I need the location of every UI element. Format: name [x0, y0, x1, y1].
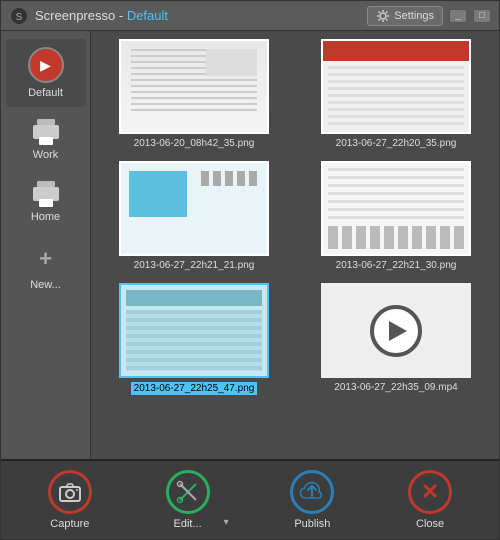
restore-button[interactable]: □	[473, 9, 491, 23]
edit-dropdown-arrow[interactable]: ▾	[224, 517, 229, 528]
screenpresso-logo-icon: S	[9, 6, 29, 26]
title-bar-left: S Screenpresso - Default	[9, 6, 168, 26]
close-x-icon: ✕	[421, 479, 439, 505]
home-printer-icon	[31, 181, 61, 207]
sidebar-item-default[interactable]: Default	[6, 39, 86, 107]
play-circle	[370, 305, 422, 357]
list-item[interactable]: 2013-06-20_08h42_35.png	[99, 39, 289, 149]
title-bar: S Screenpresso - Default Settings _ □	[1, 1, 499, 31]
thumbnail	[119, 161, 269, 256]
settings-button[interactable]: Settings	[367, 6, 443, 26]
publish-label: Publish	[294, 518, 330, 530]
filename-label: 2013-06-27_22h35_09.mp4	[334, 382, 457, 393]
sidebar-item-new[interactable]: + New...	[6, 235, 86, 299]
thumbnail-grid: 2013-06-20_08h42_35.png 2013-06-27_22h20…	[99, 39, 491, 395]
video-thumbnail	[321, 283, 471, 378]
settings-label: Settings	[394, 10, 434, 22]
filename-label: 2013-06-27_22h21_21.png	[134, 260, 255, 271]
list-item[interactable]: 2013-06-27_22h20_35.png	[301, 39, 491, 149]
edit-button[interactable]: Edit...	[154, 464, 222, 536]
filename-label: 2013-06-20_08h42_35.png	[134, 138, 255, 149]
sidebar-item-work-label: Work	[33, 149, 58, 161]
close-button[interactable]: ✕ Close	[396, 464, 464, 536]
filename-label: 2013-06-27_22h20_35.png	[336, 138, 457, 149]
thumbnail	[321, 39, 471, 134]
list-item[interactable]: 2013-06-27_22h25_47.png	[99, 283, 289, 395]
sidebar-item-home[interactable]: Home	[6, 173, 86, 231]
thumbnail-selected	[119, 283, 269, 378]
sidebar-item-default-label: Default	[28, 87, 63, 99]
work-printer-icon	[31, 119, 61, 145]
capture-circle	[48, 470, 92, 514]
bottom-toolbar: Capture Edit... ▾	[1, 459, 499, 539]
svg-text:S: S	[16, 12, 23, 23]
camera-icon	[58, 481, 82, 503]
sidebar: Default Work Home	[1, 31, 91, 459]
filename-label-selected: 2013-06-27_22h25_47.png	[131, 382, 258, 395]
sidebar-item-home-label: Home	[31, 211, 60, 223]
sidebar-item-new-label: New...	[30, 279, 61, 291]
app-window: S Screenpresso - Default Settings _ □	[0, 0, 500, 540]
sidebar-item-work[interactable]: Work	[6, 111, 86, 169]
title-bar-right: Settings _ □	[367, 6, 491, 26]
close-label: Close	[416, 518, 444, 530]
filename-label: 2013-06-27_22h21_30.png	[336, 260, 457, 271]
thumbnail	[321, 161, 471, 256]
main-content: Default Work Home	[1, 31, 499, 459]
minimize-button[interactable]: _	[449, 9, 467, 23]
close-circle: ✕	[408, 470, 452, 514]
thumbnail	[119, 39, 269, 134]
gear-icon	[376, 9, 390, 23]
upload-cloud-icon	[299, 480, 325, 504]
edit-group: Edit... ▾	[154, 464, 229, 536]
default-link[interactable]: Default	[127, 8, 168, 23]
edit-label: Edit...	[174, 518, 202, 530]
grid-area: 2013-06-20_08h42_35.png 2013-06-27_22h20…	[91, 31, 499, 459]
list-item[interactable]: 2013-06-27_22h21_30.png	[301, 161, 491, 271]
list-item[interactable]: 2013-06-27_22h21_21.png	[99, 161, 289, 271]
default-icon	[28, 47, 64, 83]
publish-circle	[290, 470, 334, 514]
edit-tools-icon	[176, 480, 200, 504]
publish-button[interactable]: Publish	[278, 464, 346, 536]
play-triangle-icon	[389, 321, 407, 341]
plus-icon: +	[30, 243, 62, 275]
list-item[interactable]: 2013-06-27_22h35_09.mp4	[301, 283, 491, 395]
capture-button[interactable]: Capture	[36, 464, 104, 536]
edit-circle	[166, 470, 210, 514]
app-title: Screenpresso - Default	[35, 8, 168, 23]
capture-label: Capture	[50, 518, 89, 530]
